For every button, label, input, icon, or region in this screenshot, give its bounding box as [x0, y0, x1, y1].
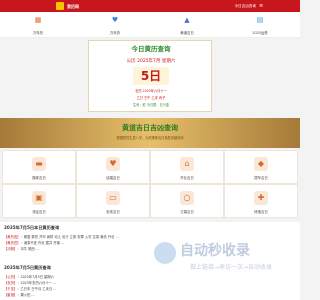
section-title: 2025年7月5日黄历查询	[4, 265, 51, 270]
watermark-subtitle: 做上链接→来访一次→自动收录	[190, 264, 273, 271]
quicknav-item[interactable]: ▲ 黄道吉日	[162, 15, 212, 37]
grid-item-label: 搬家吉日	[32, 176, 46, 180]
almanac-row: 【干支】：乙巳年 壬午月 乙未日 …	[4, 286, 57, 291]
row-tag: 【公历】	[4, 275, 18, 279]
solar-date: 公历 2025年7月 星期六	[126, 59, 176, 64]
almanac-row: 【农历】：2025年农历六月十一 …	[4, 280, 56, 285]
ganzhi-text: 乙巳 壬午 乙未 丙子	[136, 96, 166, 100]
row-tag: 【干支】	[4, 287, 18, 291]
date-card-heading: 今日黄历查询	[131, 45, 171, 53]
quicknav-item[interactable]: ▦ 万年历	[13, 15, 63, 37]
calendar-icon: ▦	[34, 16, 42, 24]
day-number: 5日	[133, 67, 169, 85]
grid-item-label: 开业吉日	[180, 176, 194, 180]
heart-icon: ♥	[111, 16, 119, 24]
grid-item-label: 安床吉日	[106, 210, 120, 214]
watermark-overlay: 自动秒收录 做上链接→来访一次→自动收录	[150, 238, 300, 278]
row-tag: 【农历】	[4, 281, 18, 285]
row-tag: 【星宿】	[4, 293, 18, 297]
auspicious-day-banner: 黄道吉日吉凶查询 根据您的生辰八字，为您推荐吉日良辰详细查询	[0, 118, 300, 148]
quicknav-label: 2025运势	[252, 31, 268, 35]
almanac-row: 【公历】：2025年7月5日 星期六	[4, 274, 54, 279]
bed-icon: ▭	[106, 191, 120, 205]
watermark-logo-icon	[154, 242, 176, 264]
grid-item-engagement[interactable]: ○ 订婚吉日	[150, 184, 224, 218]
row-text: ：乙巳年 壬午月 乙未日 …	[17, 287, 57, 291]
grid-item-label: 提车吉日	[254, 176, 268, 180]
grid-icon: ▤	[256, 16, 264, 24]
row-tag: 【冲煞】	[4, 247, 18, 251]
quicknav-item[interactable]: ▤ 2025运势	[235, 15, 285, 37]
grid-item-car[interactable]: ◆ 提车吉日	[224, 150, 298, 184]
quicknav-label: 黄道吉日	[180, 31, 194, 35]
quicknav-label: 万年历	[109, 31, 121, 35]
grid-item-wedding[interactable]: ♥ 结婚吉日	[76, 150, 150, 184]
row-text: ：嫁娶 祭祀 开市 纳财 动土 出行 立券 安葬 入宅 交易 裁衣 开仓 …	[20, 235, 119, 239]
row-tag: 【黄历忌】	[4, 241, 21, 245]
row-text: ：翼火蛇 …	[17, 293, 35, 297]
car-icon: ◆	[254, 157, 268, 171]
category-grid: ▬ 搬家吉日 ♥ 结婚吉日 ⌂ 开业吉日 ◆ 提车吉日 ▣ 领证吉日 ▭ 安床吉…	[2, 150, 298, 218]
almanac-row: 【黄历忌】：诸事不宜 作灶 掘井 开渠 …	[4, 240, 64, 245]
banner-title: 黄道吉日吉凶查询	[122, 124, 178, 132]
section-title: 2025年7月5日本日黄历查询	[4, 225, 60, 230]
grid-item-label: 结婚吉日	[106, 176, 120, 180]
row-tag: 【黄历宜】	[4, 235, 21, 239]
today-query-link[interactable]: 今日吉凶查询	[234, 4, 256, 9]
grid-item-opening[interactable]: ⌂ 开业吉日	[150, 150, 224, 184]
zodiac-info: 生肖：蛇 今日属：五行金	[132, 103, 170, 107]
row-text: ：2025年农历六月十一 …	[17, 281, 57, 285]
row-text: ：诸事不宜 作灶 掘井 开渠 …	[20, 241, 65, 245]
menu-icon[interactable]: ≡	[259, 3, 265, 9]
site-logo-icon[interactable]	[56, 2, 64, 10]
grid-item-label: 订婚吉日	[180, 210, 194, 214]
shop-icon: ⌂	[180, 157, 194, 171]
quick-nav: ▦ 万年历 ♥ 万年历 ▲ 黄道吉日 ▤ 2025运势	[0, 12, 300, 38]
grid-item-label: 修造吉日	[254, 210, 268, 214]
certificate-icon: ▣	[32, 191, 46, 205]
site-brand[interactable]: 黄历网	[67, 4, 79, 10]
banner-subtitle: 根据您的生辰八字，为您推荐吉日良辰详细查询	[116, 136, 184, 140]
grid-item-label: 领证吉日	[32, 210, 46, 214]
today-date-card: 今日黄历查询 公历 2025年7月 星期六 5日 农历 2025年六月十一 乙巳…	[88, 40, 212, 112]
grid-item-license[interactable]: ▣ 领证吉日	[2, 184, 76, 218]
grid-item-bed[interactable]: ▭ 安床吉日	[76, 184, 150, 218]
almanac-row: 【冲煞】：冲牛 煞西 …	[4, 246, 39, 251]
grid-item-renovation[interactable]: ✚ 修造吉日	[224, 184, 298, 218]
ring-icon: ○	[180, 191, 194, 205]
quicknav-label: 万年历	[32, 31, 44, 35]
chart-icon: ▲	[184, 16, 190, 24]
tools-icon: ✚	[254, 191, 268, 205]
heart-icon: ♥	[106, 157, 120, 171]
watermark-title: 自动秒收录	[180, 243, 250, 259]
quicknav-item[interactable]: ♥ 万年历	[90, 15, 140, 37]
truck-icon: ▬	[32, 157, 46, 171]
almanac-row: 【黄历宜】：嫁娶 祭祀 开市 纳财 动土 出行 立券 安葬 入宅 交易 裁衣 开…	[4, 234, 119, 239]
row-text: ：2025年7月5日 星期六	[17, 275, 54, 279]
grid-item-moving[interactable]: ▬ 搬家吉日	[2, 150, 76, 184]
row-text: ：冲牛 煞西 …	[17, 247, 40, 251]
top-header: 黄历网 今日吉凶查询 ≡	[0, 0, 300, 12]
lunar-date: 农历 2025年六月十一	[135, 89, 167, 93]
almanac-row: 【星宿】：翼火蛇 …	[4, 292, 35, 297]
